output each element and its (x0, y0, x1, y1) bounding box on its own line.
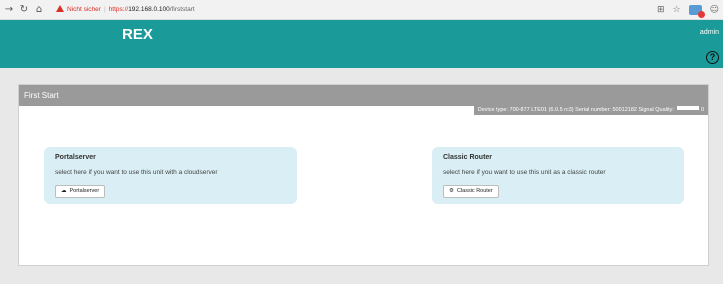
star-icon[interactable]: ☆ (673, 3, 681, 17)
app-header: REX admin ? (0, 20, 723, 68)
home-icon[interactable]: ⌂ (33, 3, 45, 16)
back-arrow-icon[interactable]: → (3, 3, 15, 16)
panel-title: First Start (19, 85, 708, 106)
cloud-icon: ☁ (61, 188, 67, 194)
signal-value: 0 (700, 107, 704, 113)
profile-icon[interactable]: ☺ (710, 3, 719, 17)
card-description: select here if you want to use this unit… (443, 169, 606, 176)
app-logo: REX (122, 26, 153, 43)
portalserver-card: Portalserver select here if you want to … (44, 147, 297, 204)
card-title: Portalserver (55, 154, 96, 161)
user-menu[interactable]: admin (700, 29, 719, 36)
signal-quality-bar (676, 106, 699, 110)
classic-router-button[interactable]: ⚙ Classic Router (443, 185, 499, 198)
browser-toolbar: → ↻ ⌂ Nicht sicher | https://192.168.0.100… (0, 0, 723, 20)
translate-icon[interactable]: ⊞ (657, 3, 665, 17)
card-title: Classic Router (443, 154, 493, 161)
device-info-bar: Device type: 700-877 LTE01 (6.0.5 rc3) S… (473, 106, 708, 115)
card-description: select here if you want to use this unit… (55, 169, 218, 176)
extension-icon[interactable] (688, 5, 705, 18)
url-host: 192.168.0.100 (128, 6, 170, 13)
notification-badge (697, 11, 705, 18)
first-start-panel: First Start Device type: 700-877 LTE01 (… (18, 84, 709, 266)
url-protocol: https:// (108, 6, 129, 13)
warning-icon (56, 5, 64, 12)
button-label: Classic Router (456, 188, 493, 194)
security-warning: Nicht sicher (67, 6, 101, 13)
device-info: Device type: 700-877 LTE01 (6.0.5 rc3) S… (477, 107, 674, 113)
url-separator: | (103, 6, 106, 13)
help-icon[interactable]: ? (706, 51, 719, 64)
reload-icon[interactable]: ↻ (18, 3, 30, 16)
address-bar[interactable]: Nicht sicher | https://192.168.0.100/first… (56, 3, 195, 17)
portalserver-button[interactable]: ☁ Portalserver (55, 185, 106, 198)
url-path: /firststart (169, 6, 195, 13)
browser-actions: ⊞ ☆ ☺ (657, 3, 719, 18)
cogs-icon: ⚙ (449, 188, 454, 194)
classic-router-card: Classic Router select here if you want t… (432, 147, 684, 204)
button-label: Portalserver (69, 188, 100, 194)
